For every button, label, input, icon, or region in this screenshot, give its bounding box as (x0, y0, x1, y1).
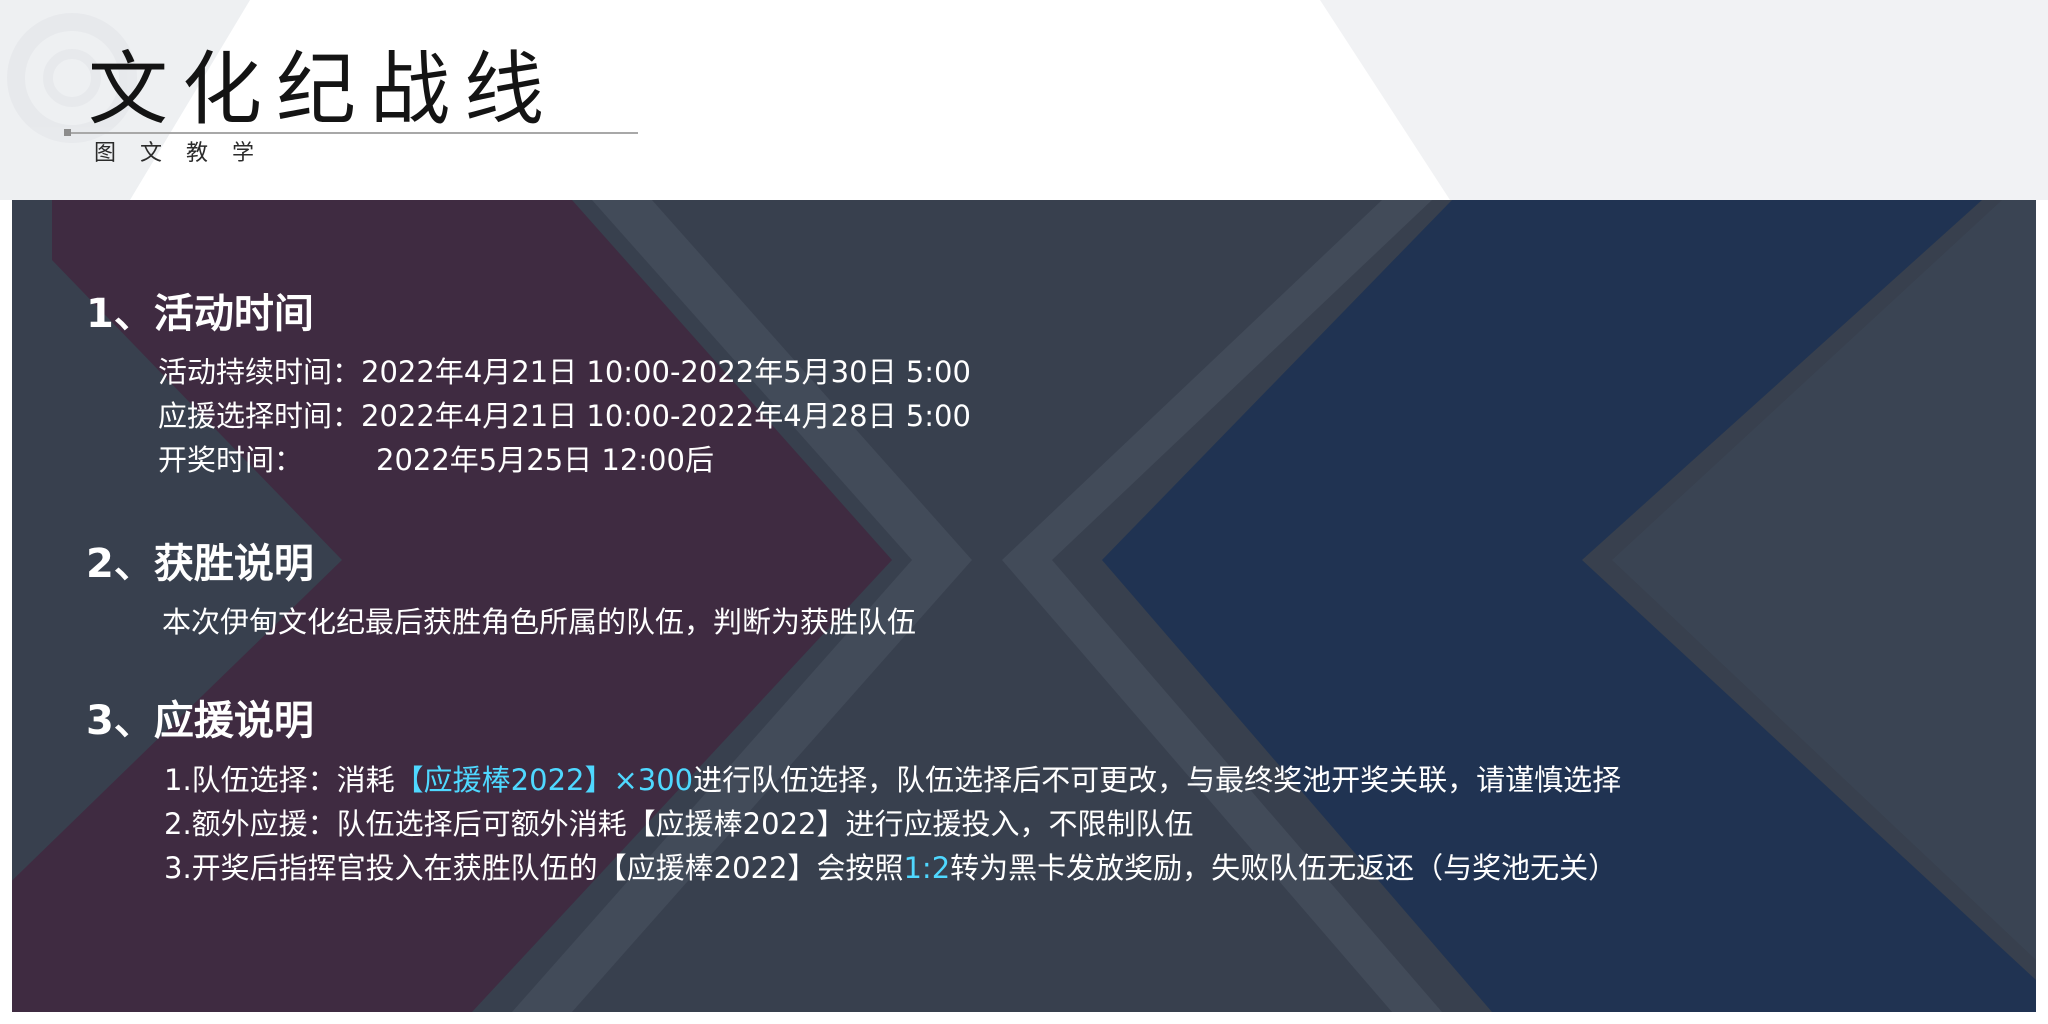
title-divider (64, 132, 638, 134)
support-selection-line: 应援选择时间：2022年4月21日 10:00-2022年4月28日 5:00 (158, 396, 971, 436)
activity-duration-label: 活动持续时间： (158, 355, 362, 389)
draw-time-value: 2022年5月25日 12:00后 (376, 443, 714, 477)
section-heading-activity-time: 1、活动时间 (86, 291, 314, 337)
content-panel: 1、活动时间 活动持续时间：2022年4月21日 10:00-2022年5月30… (12, 200, 2036, 1012)
support-rule-3-before: 3.开奖后指挥官投入在获胜队伍的【应援棒2022】会按照 (164, 851, 904, 885)
activity-duration-value: 2022年4月21日 10:00-2022年5月30日 5:00 (361, 355, 971, 389)
page-title: 文化纪战线 (88, 43, 558, 136)
support-rule-2: 2.额外应援：队伍选择后可额外消耗【应援棒2022】进行应援投入，不限制队伍 (164, 807, 1194, 841)
support-rule-3: 3.开奖后指挥官投入在获胜队伍的【应援棒2022】会按照1:2转为黑卡发放奖励，… (164, 848, 1617, 888)
support-rule-3-after: 转为黑卡发放奖励，失败队伍无返还（与奖池无关） (950, 851, 1618, 885)
divider-marker (64, 129, 71, 136)
support-rule-1: 1.队伍选择：消耗【应援棒2022】×300进行队伍选择，队伍选择后不可更改，与… (164, 760, 1621, 800)
content: 1、活动时间 活动持续时间：2022年4月21日 10:00-2022年5月30… (12, 200, 2036, 1012)
section-heading-victory: 2、获胜说明 (86, 541, 314, 587)
activity-duration-line: 活动持续时间：2022年4月21日 10:00-2022年5月30日 5:00 (158, 352, 971, 392)
support-rule-1-after: 进行队伍选择，队伍选择后不可更改，与最终奖池开奖关联，请谨慎选择 (693, 763, 1622, 797)
support-selection-label: 应援选择时间： (158, 399, 362, 433)
draw-time-label: 开奖时间： (158, 443, 304, 477)
support-rule-3-highlight: 1:2 (903, 851, 951, 885)
support-rule-1-highlight: 【应援棒2022】×300 (394, 763, 694, 797)
page: 文化纪战线 图文教学 1、活动时间 活动持续时间：2022年4月21日 10:0… (0, 0, 2048, 1024)
victory-description: 本次伊甸文化纪最后获胜角色所属的队伍，判断为获胜队伍 (162, 605, 917, 639)
support-rule-1-before: 1.队伍选择：消耗 (164, 763, 395, 797)
section-heading-support: 3、应援说明 (86, 698, 314, 744)
support-selection-value: 2022年4月21日 10:00-2022年4月28日 5:00 (361, 399, 971, 433)
draw-time-line: 开奖时间： 2022年5月25日 12:00后 (158, 440, 714, 480)
header: 文化纪战线 图文教学 (0, 0, 2048, 200)
page-subtitle: 图文教学 (94, 141, 279, 166)
